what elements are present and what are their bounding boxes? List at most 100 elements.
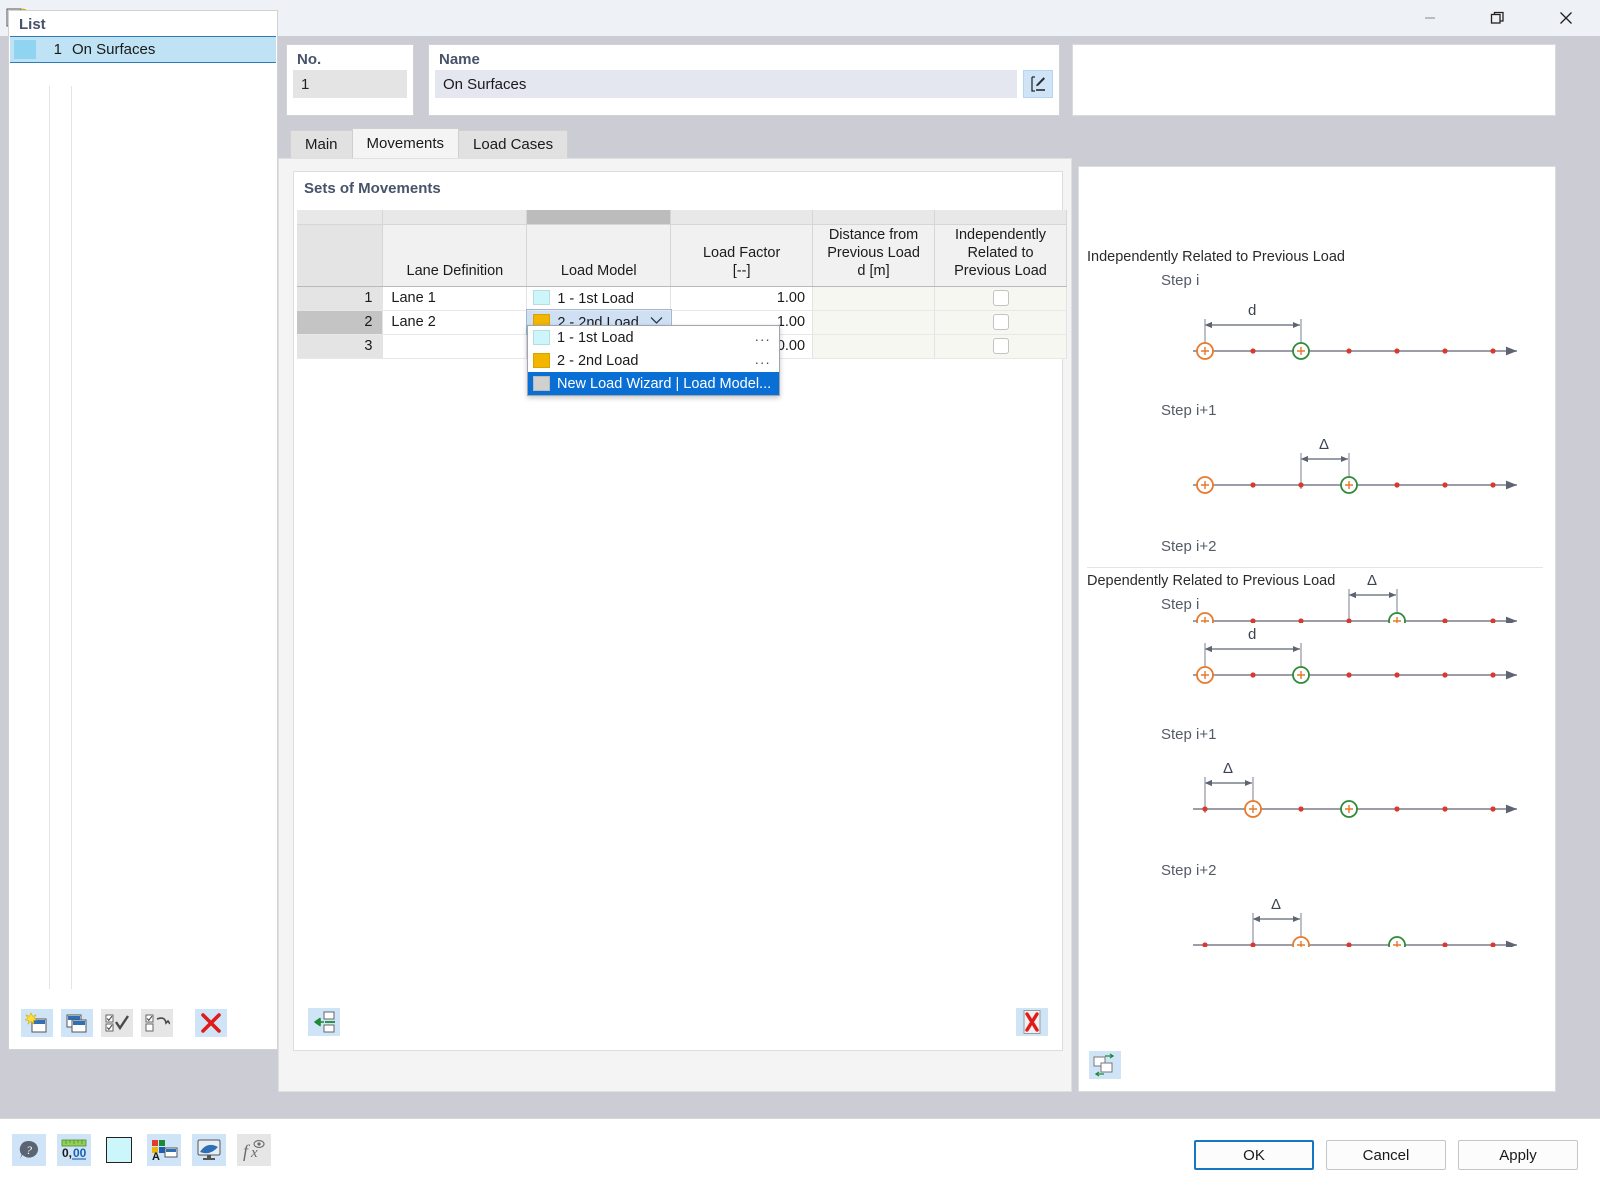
name-field-label: Name xyxy=(439,51,480,68)
option-ellipsis-icon[interactable]: ... xyxy=(755,351,771,367)
name-input[interactable]: On Surfaces xyxy=(435,70,1017,98)
section-title: Sets of Movements xyxy=(304,180,441,197)
ok-button[interactable]: OK xyxy=(1194,1140,1314,1170)
dimension-label: d xyxy=(1248,626,1256,643)
list-item-label: On Surfaces xyxy=(72,41,156,58)
step-label: Step i+1 xyxy=(1161,402,1216,419)
dropdown-option-label: 1 - 1st Load xyxy=(557,329,634,346)
list-item-color-swatch xyxy=(14,40,36,59)
header-line: Load Factor xyxy=(702,245,781,262)
list-panel-label: List xyxy=(19,16,46,33)
column-header-lane-definition[interactable]: Lane Definition xyxy=(382,224,528,287)
independent-checkbox[interactable] xyxy=(992,313,1009,330)
independent-checkbox[interactable] xyxy=(992,289,1009,306)
list-item[interactable]: 1 On Surfaces xyxy=(10,36,276,63)
cell-load-factor[interactable]: 1.00 xyxy=(670,286,814,311)
restore-button[interactable] xyxy=(1464,0,1532,36)
cell-load-model[interactable]: 1 - 1st Load xyxy=(526,286,672,311)
svg-text:0,: 0, xyxy=(62,1146,72,1160)
list-column-divider-1 xyxy=(49,86,50,989)
header-line: Previous Load xyxy=(827,245,920,262)
option-ellipsis-icon[interactable]: ... xyxy=(755,328,771,344)
cell-independent[interactable] xyxy=(934,334,1067,359)
tab-main-label: Main xyxy=(305,136,338,153)
new-item-icon[interactable] xyxy=(21,1009,53,1037)
cell-value xyxy=(384,338,391,354)
diagram-independent-svg: Step i d Step i+1 Δ Step i+2 Δ xyxy=(1161,272,1517,623)
cell-value: 1 - 1st Load xyxy=(557,290,634,307)
row-number-cell[interactable]: 2 xyxy=(297,310,384,335)
cell-lane-definition[interactable]: Lane 1 xyxy=(382,286,528,311)
invert-selection-icon[interactable] xyxy=(141,1009,173,1037)
select-all-icon[interactable] xyxy=(101,1009,133,1037)
top-right-preview-panel xyxy=(1072,44,1556,116)
column-header-row-number[interactable] xyxy=(297,224,384,287)
tab-main[interactable]: Main xyxy=(290,130,353,158)
diagram-section-divider xyxy=(1087,567,1543,568)
delete-row-icon[interactable] xyxy=(1016,1008,1048,1036)
dropdown-option[interactable]: 2 - 2nd Load ... xyxy=(528,349,779,372)
dialog-bottom-bar: ? 0, 00 A f x OK Cancel Apply xyxy=(0,1118,1600,1200)
diagram-dependent-svg: Step i d Step i+1 Δ Step i+2 Δ xyxy=(1161,596,1517,947)
diagram-toolbar xyxy=(1089,1051,1121,1079)
copy-item-icon[interactable] xyxy=(61,1009,93,1037)
header-line: d [m] xyxy=(857,262,890,279)
cell-distance[interactable] xyxy=(812,286,935,311)
tab-movements[interactable]: Movements xyxy=(351,128,460,158)
row-number-cell[interactable]: 1 xyxy=(297,286,384,311)
import-rows-icon[interactable] xyxy=(308,1008,340,1036)
header-line: Distance from xyxy=(828,227,919,244)
list-item-number: 1 xyxy=(53,41,62,58)
option-color-swatch xyxy=(533,376,550,391)
cell-independent[interactable] xyxy=(934,310,1067,335)
formula-icon[interactable]: f x xyxy=(237,1134,271,1166)
group-band-distance xyxy=(812,210,935,225)
color-swatch-icon[interactable] xyxy=(102,1134,136,1166)
independent-checkbox[interactable] xyxy=(992,337,1009,354)
step-label: Step i xyxy=(1161,596,1199,613)
svg-text:00: 00 xyxy=(73,1146,87,1160)
no-input[interactable]: 1 xyxy=(293,70,407,98)
dimension-label: d xyxy=(1248,302,1256,319)
header-line: Independently xyxy=(954,227,1047,244)
help-info-icon[interactable]: ? xyxy=(12,1134,46,1166)
cell-lane-definition[interactable]: Lane 2 xyxy=(382,310,528,335)
minimize-button[interactable] xyxy=(1396,0,1464,36)
cancel-button[interactable]: Cancel xyxy=(1326,1140,1446,1170)
close-button[interactable] xyxy=(1532,0,1600,36)
table-row[interactable]: 1 Lane 1 1 - 1st Load 1.00 xyxy=(297,286,1067,311)
cell-distance[interactable] xyxy=(812,334,935,359)
sets-of-movements-group: Sets of Movements Lane Definition Load M… xyxy=(293,171,1067,1051)
group-band-lane xyxy=(382,210,528,225)
group-band-model xyxy=(526,210,672,225)
cell-lane-definition[interactable] xyxy=(382,334,528,359)
visual-settings-icon[interactable] xyxy=(192,1134,226,1166)
no-field-label: No. xyxy=(297,51,322,68)
dropdown-option[interactable]: 1 - 1st Load ... xyxy=(528,326,779,349)
swap-view-icon[interactable] xyxy=(1089,1051,1121,1079)
group-band-factor xyxy=(670,210,814,225)
option-color-swatch xyxy=(533,353,550,368)
tab-load-cases[interactable]: Load Cases xyxy=(458,130,569,158)
load-model-dropdown-list[interactable]: 1 - 1st Load ... 2 - 2nd Load ... New Lo… xyxy=(527,325,780,396)
dropdown-option-new-load-wizard[interactable]: New Load Wizard | Load Model... xyxy=(528,372,779,395)
cell-independent[interactable] xyxy=(934,286,1067,311)
apply-button[interactable]: Apply xyxy=(1458,1140,1578,1170)
column-header-load-model[interactable]: Load Model xyxy=(526,224,672,287)
load-model-color-swatch xyxy=(533,289,551,305)
cell-value: Lane 1 xyxy=(391,290,436,306)
column-header-distance[interactable]: Distance from Previous Load d [m] xyxy=(812,224,935,287)
row-number-cell[interactable]: 3 xyxy=(297,334,384,359)
edit-pencil-icon[interactable] xyxy=(1023,70,1053,98)
units-decimals-icon[interactable]: 0, 00 xyxy=(57,1134,91,1166)
header-line: Related to xyxy=(967,245,1034,262)
step-label: Step i xyxy=(1161,272,1199,289)
bottom-bar-top-border xyxy=(0,1118,1600,1119)
column-header-independent[interactable]: Independently Related to Previous Load xyxy=(934,224,1067,287)
display-properties-icon[interactable]: A xyxy=(147,1134,181,1166)
column-header-load-factor[interactable]: Load Factor [--] xyxy=(670,224,814,287)
delete-item-icon[interactable] xyxy=(195,1009,227,1037)
movements-tab-panel: Sets of Movements Lane Definition Load M… xyxy=(278,158,1072,1092)
tab-strip: Main Movements Load Cases xyxy=(290,128,569,158)
cell-distance[interactable] xyxy=(812,310,935,335)
